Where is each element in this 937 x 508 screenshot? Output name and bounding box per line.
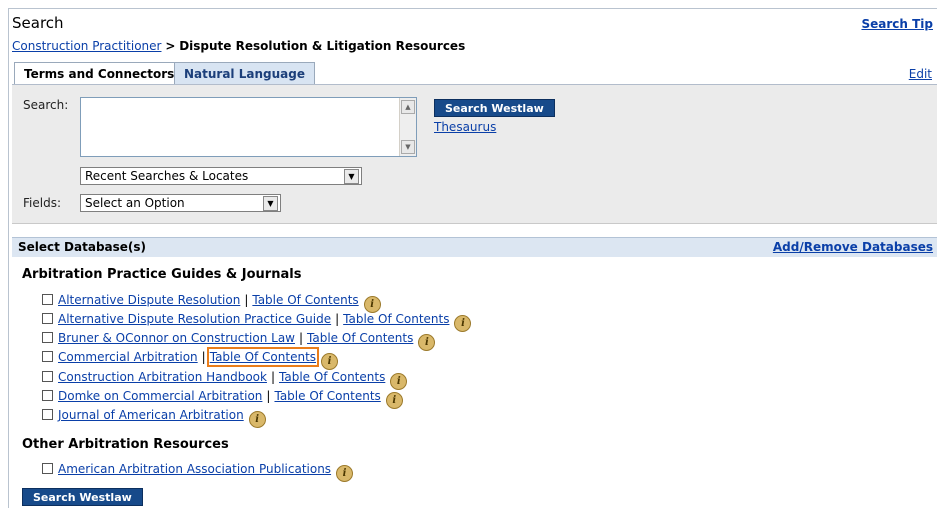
fields-select-value: Select an Option <box>85 196 185 210</box>
list-item: Domke on Commercial Arbitration | Table Of… <box>42 388 403 409</box>
breadcrumb-current: Dispute Resolution & Litigation Resource… <box>179 39 466 53</box>
search-label: Search: <box>23 98 69 112</box>
database-link[interactable]: Journal of American Arbitration <box>58 408 244 422</box>
database-checkbox[interactable] <box>42 390 53 401</box>
list-item: Alternative Dispute Resolution | Table Of … <box>42 292 381 313</box>
thesaurus-link[interactable]: Thesaurus <box>434 120 496 134</box>
fields-select[interactable]: Select an Option ▼ <box>80 194 281 212</box>
database-checkbox[interactable] <box>42 294 53 305</box>
search-textarea[interactable]: ▲ ▼ <box>80 97 417 157</box>
list-item: Bruner & OConnor on Construction Law | Tab… <box>42 330 436 351</box>
page-title: Search <box>12 14 64 32</box>
tab-terms-and-connectors[interactable]: Terms and Connectors <box>14 62 185 84</box>
textarea-scrollbar[interactable]: ▲ ▼ <box>399 98 416 156</box>
info-icon[interactable]: i <box>248 411 266 428</box>
select-database-title: Select Database(s) <box>18 240 147 254</box>
database-link[interactable]: Construction Arbitration Handbook <box>58 370 267 384</box>
list-item: Journal of American Arbitration i <box>42 407 266 428</box>
breadcrumb-parent-link[interactable]: Construction Practitioner <box>12 39 161 53</box>
database-checkbox[interactable] <box>42 463 53 474</box>
info-icon[interactable]: i <box>336 465 354 482</box>
recent-searches-value: Recent Searches & Locates <box>85 169 249 183</box>
database-checkbox[interactable] <box>42 332 53 343</box>
database-checkbox[interactable] <box>42 313 53 324</box>
database-link[interactable]: Commercial Arbitration <box>58 350 198 364</box>
list-item: Commercial Arbitration | Table Of Contents… <box>42 347 339 370</box>
fields-label: Fields: <box>23 196 61 210</box>
scroll-up-icon[interactable]: ▲ <box>401 100 415 114</box>
list-item: Construction Arbitration Handbook | Table … <box>42 369 408 390</box>
database-link[interactable]: American Arbitration Association Publica… <box>58 462 331 476</box>
search-tips-link[interactable]: Search Tip <box>861 17 933 31</box>
database-link[interactable]: Bruner & OConnor on Construction Law <box>58 331 295 345</box>
table-of-contents-link[interactable]: Table Of Contents <box>343 312 449 326</box>
info-icon[interactable]: i <box>321 353 339 370</box>
table-of-contents-link[interactable]: Table Of Contents <box>279 370 385 384</box>
chevron-down-icon[interactable]: ▼ <box>344 169 359 184</box>
table-of-contents-link[interactable]: Table Of Contents <box>307 331 413 345</box>
edit-link[interactable]: Edit <box>909 67 932 81</box>
database-checkbox[interactable] <box>42 371 53 382</box>
breadcrumb: Construction Practitioner > Dispute Reso… <box>12 39 465 53</box>
scroll-down-icon[interactable]: ▼ <box>401 140 415 154</box>
group-heading-arbitration-guides: Arbitration Practice Guides & Journals <box>22 267 302 282</box>
table-of-contents-link[interactable]: Table Of Contents <box>274 389 380 403</box>
database-checkbox[interactable] <box>42 409 53 420</box>
table-of-contents-link-highlighted[interactable]: Table Of Contents <box>206 347 320 367</box>
list-item: American Arbitration Association Publica… <box>42 461 354 482</box>
database-checkbox[interactable] <box>42 351 53 362</box>
database-link[interactable]: Domke on Commercial Arbitration <box>58 389 262 403</box>
breadcrumb-separator: > <box>165 39 176 53</box>
database-link[interactable]: Alternative Dispute Resolution Practice … <box>58 312 331 326</box>
tab-natural-language[interactable]: Natural Language <box>174 62 315 84</box>
group-heading-other-resources: Other Arbitration Resources <box>22 437 229 452</box>
chevron-down-icon[interactable]: ▼ <box>263 196 278 211</box>
list-item: Alternative Dispute Resolution Practice … <box>42 311 472 332</box>
recent-searches-select[interactable]: Recent Searches & Locates ▼ <box>80 167 362 185</box>
add-remove-databases-link[interactable]: Add/Remove Databases <box>773 240 933 254</box>
table-of-contents-link[interactable]: Table Of Contents <box>252 293 358 307</box>
database-link[interactable]: Alternative Dispute Resolution <box>58 293 240 307</box>
search-westlaw-button[interactable]: Search Westlaw <box>434 99 555 117</box>
search-westlaw-bottom-button[interactable]: Search Westlaw <box>22 488 143 506</box>
info-icon[interactable]: i <box>385 392 403 409</box>
